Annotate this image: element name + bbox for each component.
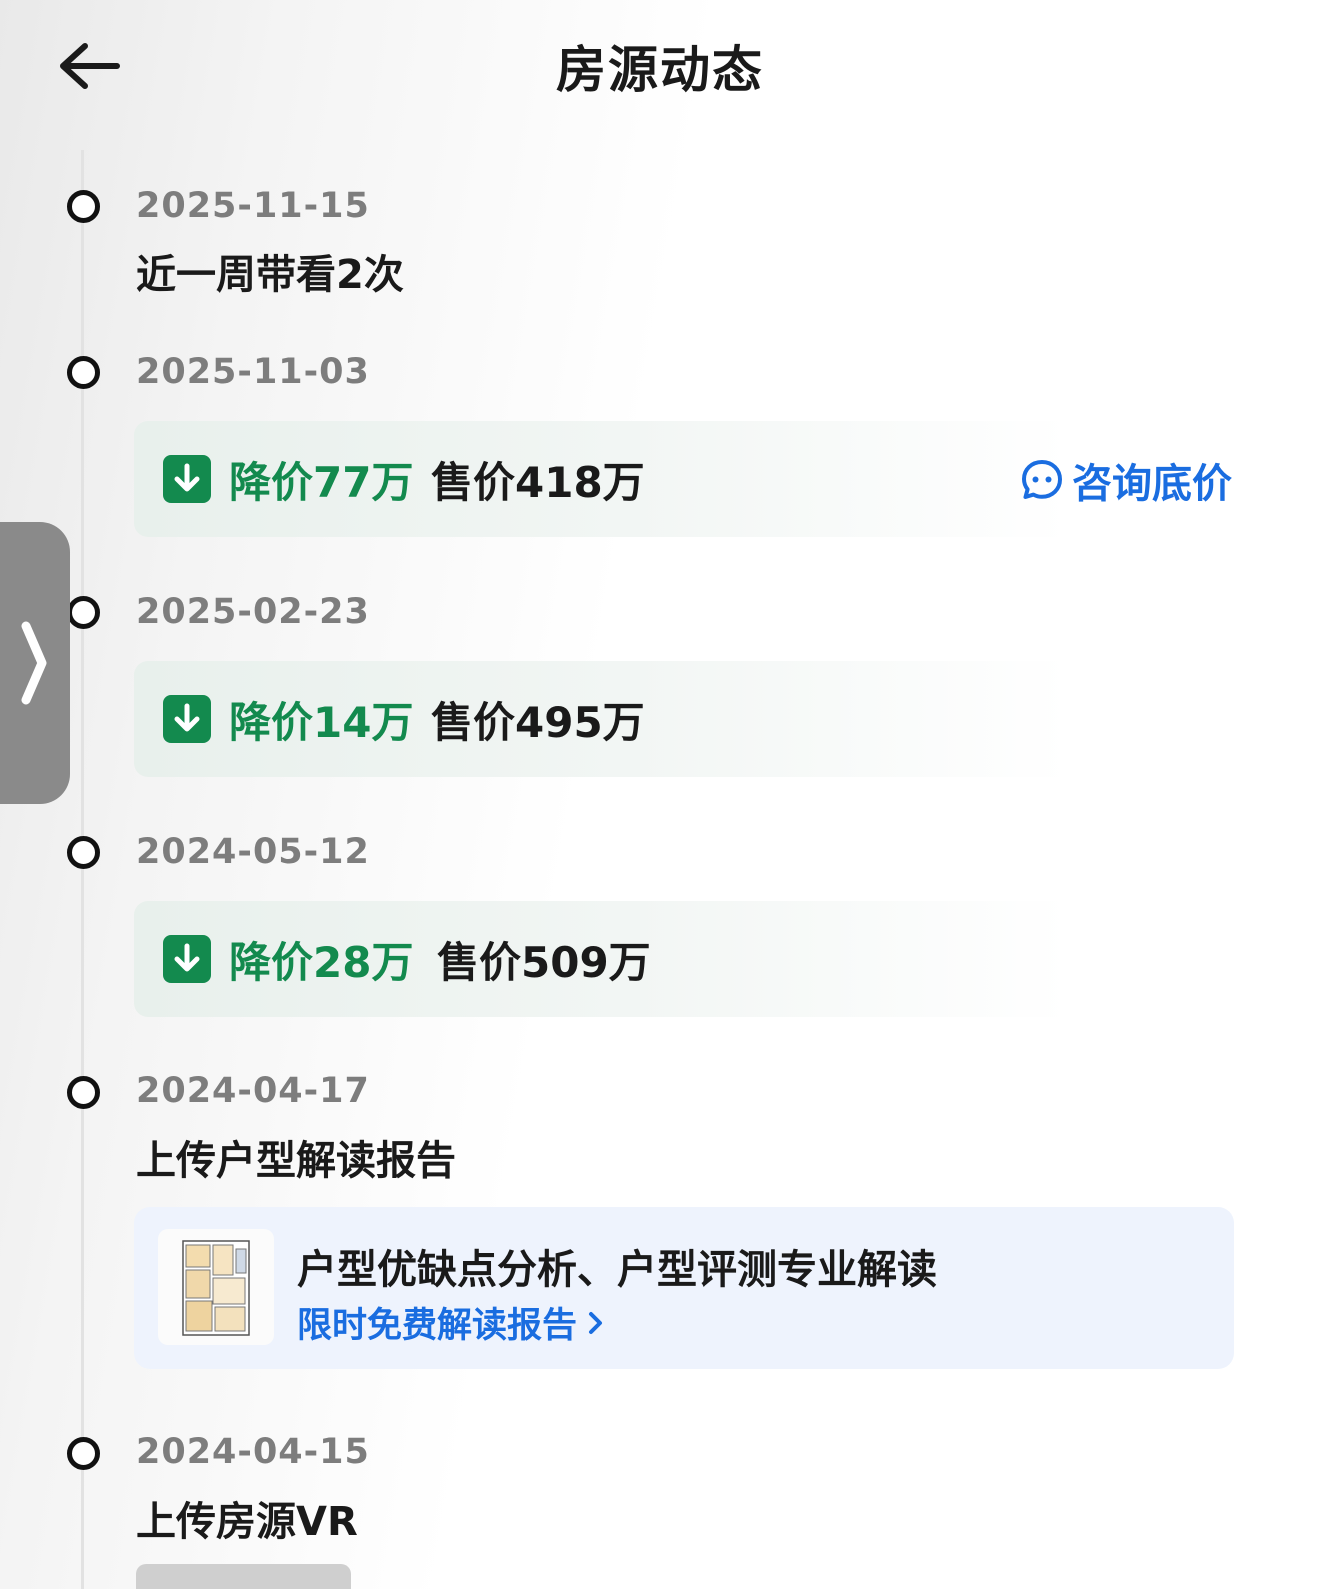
timeline-dot (67, 596, 100, 629)
free-report-link[interactable]: 限时免费解读报告 (297, 1297, 609, 1348)
free-report-link-label: 限时免费解读报告 (297, 1306, 578, 1346)
event-text: 上传房源VR (136, 1499, 358, 1545)
chat-bubble-icon (1022, 460, 1062, 499)
event-date: 2025-02-23 (136, 592, 370, 632)
header: 房源动态 (0, 0, 1320, 130)
price-drop-text: 降价14万 (229, 698, 414, 747)
price-drop-text: 降价28万 (229, 938, 414, 987)
price-down-icon (163, 935, 211, 983)
timeline-dot (67, 836, 100, 869)
timeline-dot (67, 190, 100, 223)
price-drop-card: 降价14万 售价495万 (134, 661, 1234, 777)
timeline-dot (67, 356, 100, 389)
price-down-icon (163, 695, 211, 743)
sale-price-text: 售价509万 (437, 938, 651, 987)
chevron-right-icon (21, 621, 47, 705)
event-date: 2024-04-17 (136, 1071, 370, 1111)
event-date: 2024-05-12 (136, 832, 370, 872)
report-title: 户型优缺点分析、户型评测专业解读 (297, 1247, 937, 1293)
price-drop-card: 降价28万 售价509万 (134, 901, 1234, 1017)
price-drop-text: 降价77万 (229, 458, 414, 507)
event-date: 2025-11-15 (136, 186, 370, 226)
floorplan-report-card[interactable]: 户型优缺点分析、户型评测专业解读 限时免费解读报告 (134, 1207, 1234, 1369)
floorplan-thumbnail (158, 1229, 274, 1345)
consult-price-button[interactable]: 咨询底价 (1020, 451, 1232, 509)
price-down-icon (163, 455, 211, 503)
event-text: 近一周带看2次 (136, 252, 404, 298)
timeline-dot (67, 1076, 100, 1109)
price-drop-card: 降价77万 售价418万 咨询底价 (134, 421, 1234, 537)
event-date: 2025-11-03 (136, 352, 370, 392)
page-title: 房源动态 (556, 41, 764, 99)
vr-thumbnail[interactable] (136, 1564, 351, 1589)
event-date: 2024-04-15 (136, 1432, 370, 1472)
sale-price-text: 售价418万 (431, 458, 645, 507)
chevron-right-icon (589, 1311, 603, 1334)
page: 房源动态 2025-11-15 近一周带看2次 2025-11-03 降价77万… (0, 0, 1320, 1589)
event-text: 上传户型解读报告 (136, 1138, 456, 1184)
consult-price-label: 咨询底价 (1072, 461, 1232, 507)
side-drawer-handle[interactable] (0, 522, 70, 804)
timeline-dot (67, 1437, 100, 1470)
sale-price-text: 售价495万 (431, 698, 645, 747)
